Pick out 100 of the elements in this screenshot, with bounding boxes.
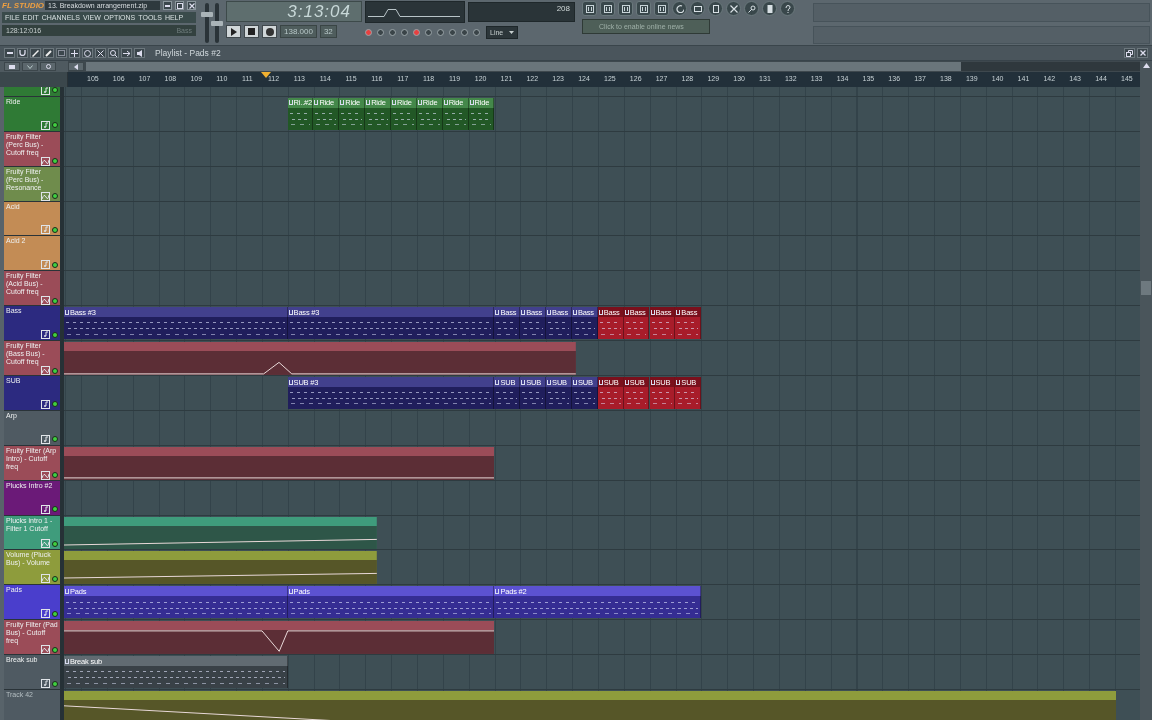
scroll-left-button[interactable] [68,62,84,71]
option-toggle[interactable] [449,29,456,36]
mute-led[interactable] [52,506,58,513]
zoom-tool-button[interactable] [108,48,119,58]
automation-clip[interactable] [64,551,377,585]
clip-icon [572,379,577,385]
mute-led[interactable] [52,367,58,374]
delete-tool-button[interactable] [95,48,106,58]
page-button[interactable] [708,1,723,16]
window-toggle-button[interactable] [600,1,615,16]
mute-led[interactable] [52,540,58,547]
slip-tool-button[interactable] [121,48,132,58]
restore-button[interactable] [175,1,184,10]
clip-icon [521,379,526,385]
mute-led[interactable] [52,331,58,338]
option-toggle[interactable] [461,29,468,36]
mute-led[interactable] [52,680,58,687]
mute-led[interactable] [52,87,58,94]
slider-thumb[interactable] [201,11,213,17]
record-button[interactable] [262,25,277,38]
scrollbar-thumb[interactable] [1141,281,1151,295]
mute-led[interactable] [52,158,58,165]
mute-led[interactable] [52,575,58,582]
window-button[interactable] [690,1,705,16]
mute-led[interactable] [52,401,58,408]
view-toggle-button[interactable] [40,62,56,71]
circle-icon [45,64,51,69]
option-toggle[interactable] [401,29,408,36]
close-button[interactable] [1137,48,1148,58]
document-button[interactable] [762,1,777,16]
mute-led[interactable] [52,226,58,233]
restore-button[interactable] [1124,48,1135,58]
close-button[interactable] [187,1,196,10]
option-toggle[interactable] [389,29,396,36]
slider-thumb[interactable] [211,20,223,26]
key-icon [747,4,756,13]
notes-drawing [289,110,311,127]
clip-icon [624,379,629,385]
option-toggle[interactable] [437,29,444,36]
minimize-icon [6,52,13,54]
key-button[interactable] [744,1,759,16]
circle-icon [84,49,91,57]
option-toggle[interactable] [377,29,384,36]
brush-tool-button[interactable] [43,48,54,58]
caret-icon [509,31,514,34]
view-toggle-button[interactable] [4,62,20,71]
clip-icon [495,309,500,315]
automation-clip[interactable] [64,342,576,375]
clip-icon [288,100,293,106]
window-icon [657,4,666,13]
window-icon [585,4,594,13]
restore-icon [1126,49,1133,57]
magnet-tool-button[interactable] [17,48,28,58]
window-toggle-button[interactable] [654,1,669,16]
automation-clip[interactable] [64,621,495,655]
note-icon [41,330,50,340]
mute-led[interactable] [52,193,58,200]
scrollbar-thumb[interactable] [86,62,961,71]
mute-tool-button[interactable] [82,48,93,58]
speaker-tool-button[interactable] [134,48,145,58]
option-toggle[interactable] [413,29,420,36]
mute-led[interactable] [52,646,58,653]
notes-drawing [625,320,647,337]
stop-button[interactable] [244,25,259,38]
curve-icon [41,296,50,306]
cut-button[interactable] [726,1,741,16]
minimize-button[interactable] [163,1,172,10]
crosshair-icon [71,49,78,57]
clip-icon [469,100,474,106]
help-button[interactable] [780,1,795,16]
mute-led[interactable] [52,472,58,479]
mute-led[interactable] [52,261,58,268]
window-toggle-button[interactable] [582,1,597,16]
window-toggle-button[interactable] [618,1,633,16]
refresh-icon [675,4,684,13]
refresh-button[interactable] [672,1,687,16]
window-icon [693,4,702,13]
mute-led[interactable] [52,610,58,617]
mute-led[interactable] [52,436,58,443]
automation-clip[interactable] [64,446,495,480]
mute-led[interactable] [52,122,58,129]
option-toggle[interactable] [473,29,480,36]
play-button[interactable] [226,25,241,38]
view-toggle-button[interactable] [22,62,38,71]
curve-icon [41,574,50,584]
mute-led[interactable] [52,297,58,304]
clip-icon [65,588,69,594]
notes-drawing [393,110,414,127]
option-toggle[interactable] [365,29,372,36]
scroll-up-icon[interactable] [1142,63,1150,68]
minimize-tool-button[interactable] [4,48,15,58]
scroll-left-icon [74,63,78,70]
horizontal-scrollbar[interactable] [86,62,1140,71]
pencil-tool-button[interactable] [30,48,41,58]
notes-drawing [573,390,595,406]
vertical-scrollbar[interactable] [1140,61,1152,720]
automation-clip[interactable] [64,516,377,550]
slice-tool-button[interactable] [69,48,80,58]
window-toggle-button[interactable] [636,1,651,16]
option-toggle[interactable] [425,29,432,36]
